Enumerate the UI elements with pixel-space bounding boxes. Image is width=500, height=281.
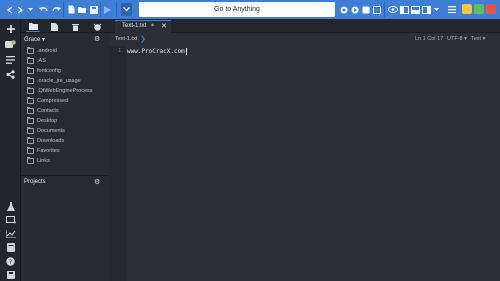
file-tab-icon[interactable] bbox=[47, 21, 61, 32]
code-line: www.ProCracX.com bbox=[127, 48, 185, 55]
tag-icon[interactable] bbox=[4, 38, 17, 51]
trash-tab-icon[interactable] bbox=[68, 21, 82, 32]
tab-label: Text-1.txt bbox=[122, 23, 147, 29]
breadcrumb-file[interactable]: Text-1.txt bbox=[115, 36, 137, 42]
close-icon[interactable] bbox=[486, 4, 496, 14]
tree-item[interactable]: Documents bbox=[27, 126, 65, 136]
text-caret bbox=[185, 48, 187, 55]
menu-icon[interactable] bbox=[447, 3, 456, 16]
folder-icon bbox=[27, 127, 34, 134]
encoding-selector[interactable]: UTF-8 ▾ bbox=[447, 36, 467, 42]
back-icon[interactable] bbox=[6, 3, 14, 16]
folder-icon bbox=[27, 147, 34, 154]
code-text-area[interactable]: www.ProCracX.com bbox=[127, 48, 187, 55]
places-header: Grace ▾ ⚙ bbox=[21, 34, 109, 46]
cursor-position[interactable]: Ln 1 Col 17 bbox=[415, 36, 443, 42]
share-icon[interactable] bbox=[4, 68, 17, 81]
place-selector[interactable]: Grace ▾ bbox=[24, 36, 45, 43]
folder-icon bbox=[27, 107, 34, 114]
svg-text:?: ? bbox=[9, 258, 12, 266]
projects-label: Projects bbox=[24, 179, 46, 185]
redo-icon[interactable] bbox=[51, 3, 61, 16]
folder-icon bbox=[27, 67, 34, 74]
toolbar-separator bbox=[384, 2, 385, 17]
stop-icon[interactable] bbox=[361, 3, 370, 16]
tree-item[interactable]: Compressed bbox=[27, 96, 68, 106]
places-panel: Grace ▾ ⚙ .android .AS fontconfig .oracl… bbox=[21, 19, 109, 281]
gear-icon[interactable]: ⚙ bbox=[94, 178, 100, 186]
save-icon[interactable] bbox=[89, 3, 98, 16]
forward-icon[interactable] bbox=[16, 3, 24, 16]
list-icon[interactable] bbox=[4, 53, 17, 66]
tree-item[interactable]: .QtWebEngineProcess bbox=[27, 86, 93, 96]
file-tree: .android .AS fontconfig .oracle_jre_usag… bbox=[21, 46, 109, 174]
editor-pane: Text-1.txt * ✕ Text-1.txt ❯ Ln 1 Col 17 … bbox=[109, 19, 500, 281]
dropdown-icon[interactable] bbox=[433, 3, 440, 16]
new-file-icon[interactable] bbox=[67, 3, 76, 16]
tree-item[interactable]: fontconfig bbox=[27, 66, 61, 76]
tree-item[interactable]: Links bbox=[27, 156, 50, 166]
tree-item[interactable]: Favorites bbox=[27, 146, 60, 156]
help-icon[interactable]: ? bbox=[4, 255, 17, 268]
layout-bottom-icon[interactable] bbox=[411, 3, 420, 16]
left-rail: ? bbox=[0, 19, 21, 281]
folder-tab-icon[interactable] bbox=[26, 21, 40, 32]
tree-item[interactable]: .oracle_jre_usage bbox=[27, 76, 81, 86]
run-icon[interactable] bbox=[103, 3, 112, 16]
folder-icon bbox=[27, 157, 34, 164]
toolbar-separator bbox=[116, 2, 117, 17]
tree-item[interactable]: .AS bbox=[27, 56, 46, 66]
window-icon[interactable] bbox=[4, 213, 17, 226]
projects-header: Projects ⚙ bbox=[21, 175, 109, 187]
plus-icon[interactable] bbox=[4, 22, 17, 35]
tree-item[interactable]: Contacts bbox=[27, 106, 59, 116]
editor-tabbar: Text-1.txt * ✕ bbox=[109, 19, 500, 33]
breadcrumb: Text-1.txt ❯ Ln 1 Col 17 UTF-8 ▾ Text ▾ bbox=[109, 34, 500, 46]
main-toolbar: Go to Anything bbox=[0, 0, 500, 19]
open-file-icon[interactable] bbox=[78, 3, 87, 16]
folder-icon bbox=[27, 77, 34, 84]
eye-icon[interactable] bbox=[388, 3, 398, 16]
maximize-icon[interactable] bbox=[474, 4, 484, 14]
go-to-anything-input[interactable]: Go to Anything bbox=[139, 2, 335, 17]
folder-icon bbox=[27, 117, 34, 124]
tree-item[interactable]: .android bbox=[27, 46, 57, 56]
record-icon[interactable] bbox=[339, 3, 348, 16]
save-icon[interactable] bbox=[4, 268, 17, 281]
chart-icon[interactable] bbox=[4, 227, 17, 240]
tree-item[interactable]: Desktop bbox=[27, 116, 57, 126]
pause-icon[interactable] bbox=[372, 3, 381, 16]
play-macro-icon[interactable] bbox=[350, 3, 359, 16]
folder-icon bbox=[27, 97, 34, 104]
gear-icon[interactable]: ⚙ bbox=[94, 35, 100, 43]
minimize-icon[interactable] bbox=[462, 4, 472, 14]
folder-icon bbox=[27, 57, 34, 64]
syntax-selector[interactable]: Text ▾ bbox=[471, 36, 485, 42]
book-icon[interactable] bbox=[4, 241, 17, 254]
line-number: 1 bbox=[118, 48, 122, 54]
layout-left-icon[interactable] bbox=[400, 3, 409, 16]
tree-item[interactable]: Downloads bbox=[27, 136, 64, 146]
toolbar-separator bbox=[63, 2, 64, 17]
folder-icon bbox=[27, 137, 34, 144]
undo-icon[interactable] bbox=[38, 3, 48, 16]
toolbar-separator bbox=[100, 2, 101, 17]
tab-text-1[interactable]: Text-1.txt * ✕ bbox=[115, 20, 171, 33]
flask-icon[interactable] bbox=[4, 200, 17, 213]
dropdown-icon[interactable] bbox=[27, 3, 33, 16]
komodo-edit-window: Go to Anything ? Grace ▾ ⚙ .android .AS … bbox=[0, 0, 500, 281]
folder-icon bbox=[27, 87, 34, 94]
chevron-down-icon[interactable] bbox=[121, 3, 132, 16]
close-tab-icon[interactable]: ✕ bbox=[161, 22, 167, 30]
modified-indicator: * bbox=[151, 23, 154, 30]
puzzle-tab-icon[interactable] bbox=[90, 21, 104, 32]
side-panel-tabs bbox=[21, 19, 109, 33]
line-gutter: 1 bbox=[109, 46, 126, 281]
folder-icon bbox=[27, 47, 34, 54]
breadcrumb-arrow-icon: ❯ bbox=[140, 35, 146, 43]
layout-right-icon[interactable] bbox=[422, 3, 431, 16]
